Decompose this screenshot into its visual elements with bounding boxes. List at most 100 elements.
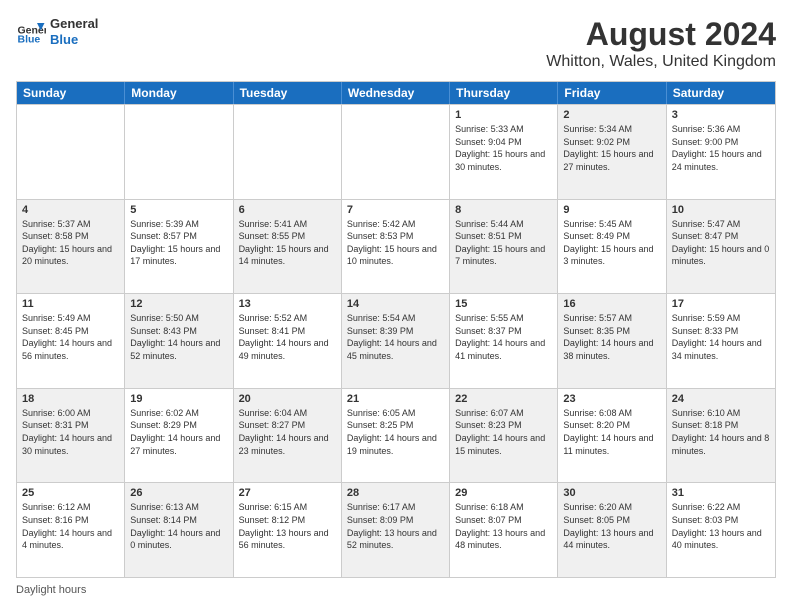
- calendar-cell: 14Sunrise: 5:54 AMSunset: 8:39 PMDayligh…: [342, 294, 450, 388]
- calendar-cell: 19 Sunrise: 6:02 AMSunset: 8:29 PMDayligh…: [125, 389, 233, 483]
- day-detail: Sunrise: 5:45 AMSunset: 8:49 PMDaylight:…: [563, 218, 660, 268]
- day-number: 19: [130, 393, 227, 405]
- calendar-cell: 11 Sunrise: 5:49 AMSunset: 8:45 PMDayligh…: [17, 294, 125, 388]
- day-detail: Sunrise: 5:59 AMSunset: 8:33 PMDaylight:…: [672, 312, 770, 362]
- logo-icon: General Blue: [16, 17, 46, 47]
- day-number: 26: [130, 487, 227, 499]
- logo-general: General: [50, 16, 98, 32]
- day-detail: Sunrise: 6:17 AMSunset: 8:09 PMDaylight:…: [347, 501, 444, 551]
- calendar-cell: 10 Sunrise: 5:47 AMSunset: 8:47 PMDayligh…: [667, 200, 775, 294]
- day-detail: Sunrise: 6:02 AMSunset: 8:29 PMDaylight:…: [130, 407, 227, 457]
- day-detail: Sunrise: 6:05 AMSunset: 8:25 PMDaylight:…: [347, 407, 444, 457]
- day-detail: Sunrise: 5:33 AMSunset: 9:04 PMDaylight:…: [455, 123, 552, 173]
- day-detail: Sunrise: 6:08 AMSunset: 8:20 PMDaylight:…: [563, 407, 660, 457]
- calendar-week-row: 1 Sunrise: 5:33 AMSunset: 9:04 PMDaylight…: [17, 104, 775, 199]
- calendar-week-row: 11 Sunrise: 5:49 AMSunset: 8:45 PMDayligh…: [17, 293, 775, 388]
- day-number: 22: [455, 393, 552, 405]
- calendar-cell: 12 Sunrise: 5:50 AMSunset: 8:43 PMDayligh…: [125, 294, 233, 388]
- calendar-cell: [234, 105, 342, 199]
- calendar-cell: 17 Sunrise: 5:59 AMSunset: 8:33 PMDayligh…: [667, 294, 775, 388]
- day-of-week-header: Wednesday: [342, 82, 450, 104]
- calendar-cell: 30 Sunrise: 6:20 AMSunset: 8:05 PMDayligh…: [558, 483, 666, 577]
- calendar-cell: 4 Sunrise: 5:37 AMSunset: 8:58 PMDaylight…: [17, 200, 125, 294]
- day-of-week-header: Tuesday: [234, 82, 342, 104]
- day-of-week-header: Friday: [558, 82, 666, 104]
- day-number: 30: [563, 487, 660, 499]
- day-detail: Sunrise: 5:55 AMSunset: 8:37 PMDaylight:…: [455, 312, 552, 362]
- calendar-cell: 3 Sunrise: 5:36 AMSunset: 9:00 PMDaylight…: [667, 105, 775, 199]
- header: General Blue General Blue August 2024 Wh…: [16, 16, 776, 71]
- day-detail: Sunrise: 5:34 AMSunset: 9:02 PMDaylight:…: [563, 123, 660, 173]
- day-detail: Sunrise: 6:13 AMSunset: 8:14 PMDaylight:…: [130, 501, 227, 551]
- day-detail: Sunrise: 5:36 AMSunset: 9:00 PMDaylight:…: [672, 123, 770, 173]
- calendar-body: 1 Sunrise: 5:33 AMSunset: 9:04 PMDaylight…: [17, 104, 775, 577]
- day-number: 10: [672, 204, 770, 216]
- calendar-cell: 2 Sunrise: 5:34 AMSunset: 9:02 PMDaylight…: [558, 105, 666, 199]
- logo: General Blue General Blue: [16, 16, 98, 47]
- calendar-week-row: 4 Sunrise: 5:37 AMSunset: 8:58 PMDaylight…: [17, 199, 775, 294]
- day-detail: Sunrise: 6:15 AMSunset: 8:12 PMDaylight:…: [239, 501, 336, 551]
- day-number: 2: [563, 109, 660, 121]
- calendar-cell: 25Sunrise: 6:12 AMSunset: 8:16 PMDayligh…: [17, 483, 125, 577]
- day-detail: Sunrise: 6:22 AMSunset: 8:03 PMDaylight:…: [672, 501, 770, 551]
- day-detail: Sunrise: 5:49 AMSunset: 8:45 PMDaylight:…: [22, 312, 119, 362]
- day-detail: Sunrise: 5:41 AMSunset: 8:55 PMDaylight:…: [239, 218, 336, 268]
- calendar-cell: 26 Sunrise: 6:13 AMSunset: 8:14 PMDayligh…: [125, 483, 233, 577]
- calendar-week-row: 18Sunrise: 6:00 AMSunset: 8:31 PMDayligh…: [17, 388, 775, 483]
- day-number: 31: [672, 487, 770, 499]
- day-number: 24: [672, 393, 770, 405]
- day-number: 1: [455, 109, 552, 121]
- day-detail: Sunrise: 5:44 AMSunset: 8:51 PMDaylight:…: [455, 218, 552, 268]
- calendar-cell: 23 Sunrise: 6:08 AMSunset: 8:20 PMDayligh…: [558, 389, 666, 483]
- day-number: 29: [455, 487, 552, 499]
- day-number: 23: [563, 393, 660, 405]
- calendar-cell: 5Sunrise: 5:39 AMSunset: 8:57 PMDaylight…: [125, 200, 233, 294]
- calendar-cell: 8 Sunrise: 5:44 AMSunset: 8:51 PMDaylight…: [450, 200, 558, 294]
- calendar-cell: 1 Sunrise: 5:33 AMSunset: 9:04 PMDaylight…: [450, 105, 558, 199]
- day-detail: Sunrise: 5:37 AMSunset: 8:58 PMDaylight:…: [22, 218, 119, 268]
- day-number: 11: [22, 298, 119, 310]
- day-number: 25: [22, 487, 119, 499]
- day-number: 15: [455, 298, 552, 310]
- day-detail: Sunrise: 5:52 AMSunset: 8:41 PMDaylight:…: [239, 312, 336, 362]
- day-of-week-header: Saturday: [667, 82, 775, 104]
- day-detail: Sunrise: 6:18 AMSunset: 8:07 PMDaylight:…: [455, 501, 552, 551]
- calendar-cell: 28 Sunrise: 6:17 AMSunset: 8:09 PMDayligh…: [342, 483, 450, 577]
- day-number: 28: [347, 487, 444, 499]
- day-detail: Sunrise: 6:00 AMSunset: 8:31 PMDaylight:…: [22, 407, 119, 457]
- day-detail: Sunrise: 6:04 AMSunset: 8:27 PMDaylight:…: [239, 407, 336, 457]
- day-number: 17: [672, 298, 770, 310]
- calendar-cell: 6 Sunrise: 5:41 AMSunset: 8:55 PMDaylight…: [234, 200, 342, 294]
- day-of-week-header: Thursday: [450, 82, 558, 104]
- day-detail: Sunrise: 5:42 AMSunset: 8:53 PMDaylight:…: [347, 218, 444, 268]
- logo-blue: Blue: [50, 32, 98, 48]
- page-subtitle: Whitton, Wales, United Kingdom: [546, 53, 776, 71]
- calendar-cell: 29 Sunrise: 6:18 AMSunset: 8:07 PMDayligh…: [450, 483, 558, 577]
- day-number: 6: [239, 204, 336, 216]
- calendar-cell: 15 Sunrise: 5:55 AMSunset: 8:37 PMDayligh…: [450, 294, 558, 388]
- day-number: 7: [347, 204, 444, 216]
- day-detail: Sunrise: 5:50 AMSunset: 8:43 PMDaylight:…: [130, 312, 227, 362]
- day-detail: Sunrise: 5:47 AMSunset: 8:47 PMDaylight:…: [672, 218, 770, 268]
- day-detail: Sunrise: 6:07 AMSunset: 8:23 PMDaylight:…: [455, 407, 552, 457]
- day-detail: Sunrise: 6:20 AMSunset: 8:05 PMDaylight:…: [563, 501, 660, 551]
- calendar-cell: 21 Sunrise: 6:05 AMSunset: 8:25 PMDayligh…: [342, 389, 450, 483]
- day-number: 12: [130, 298, 227, 310]
- calendar-cell: [17, 105, 125, 199]
- calendar-cell: 16 Sunrise: 5:57 AMSunset: 8:35 PMDayligh…: [558, 294, 666, 388]
- day-number: 14: [347, 298, 444, 310]
- page-title: August 2024: [546, 16, 776, 53]
- calendar-cell: 22 Sunrise: 6:07 AMSunset: 8:23 PMDayligh…: [450, 389, 558, 483]
- calendar-cell: 31 Sunrise: 6:22 AMSunset: 8:03 PMDayligh…: [667, 483, 775, 577]
- day-number: 3: [672, 109, 770, 121]
- day-number: 21: [347, 393, 444, 405]
- day-number: 16: [563, 298, 660, 310]
- svg-text:Blue: Blue: [18, 33, 41, 45]
- title-block: August 2024 Whitton, Wales, United Kingd…: [546, 16, 776, 71]
- day-number: 8: [455, 204, 552, 216]
- footer-note: Daylight hours: [16, 584, 86, 596]
- day-number: 4: [22, 204, 119, 216]
- day-detail: Sunrise: 5:57 AMSunset: 8:35 PMDaylight:…: [563, 312, 660, 362]
- calendar-cell: 9Sunrise: 5:45 AMSunset: 8:49 PMDaylight…: [558, 200, 666, 294]
- day-number: 13: [239, 298, 336, 310]
